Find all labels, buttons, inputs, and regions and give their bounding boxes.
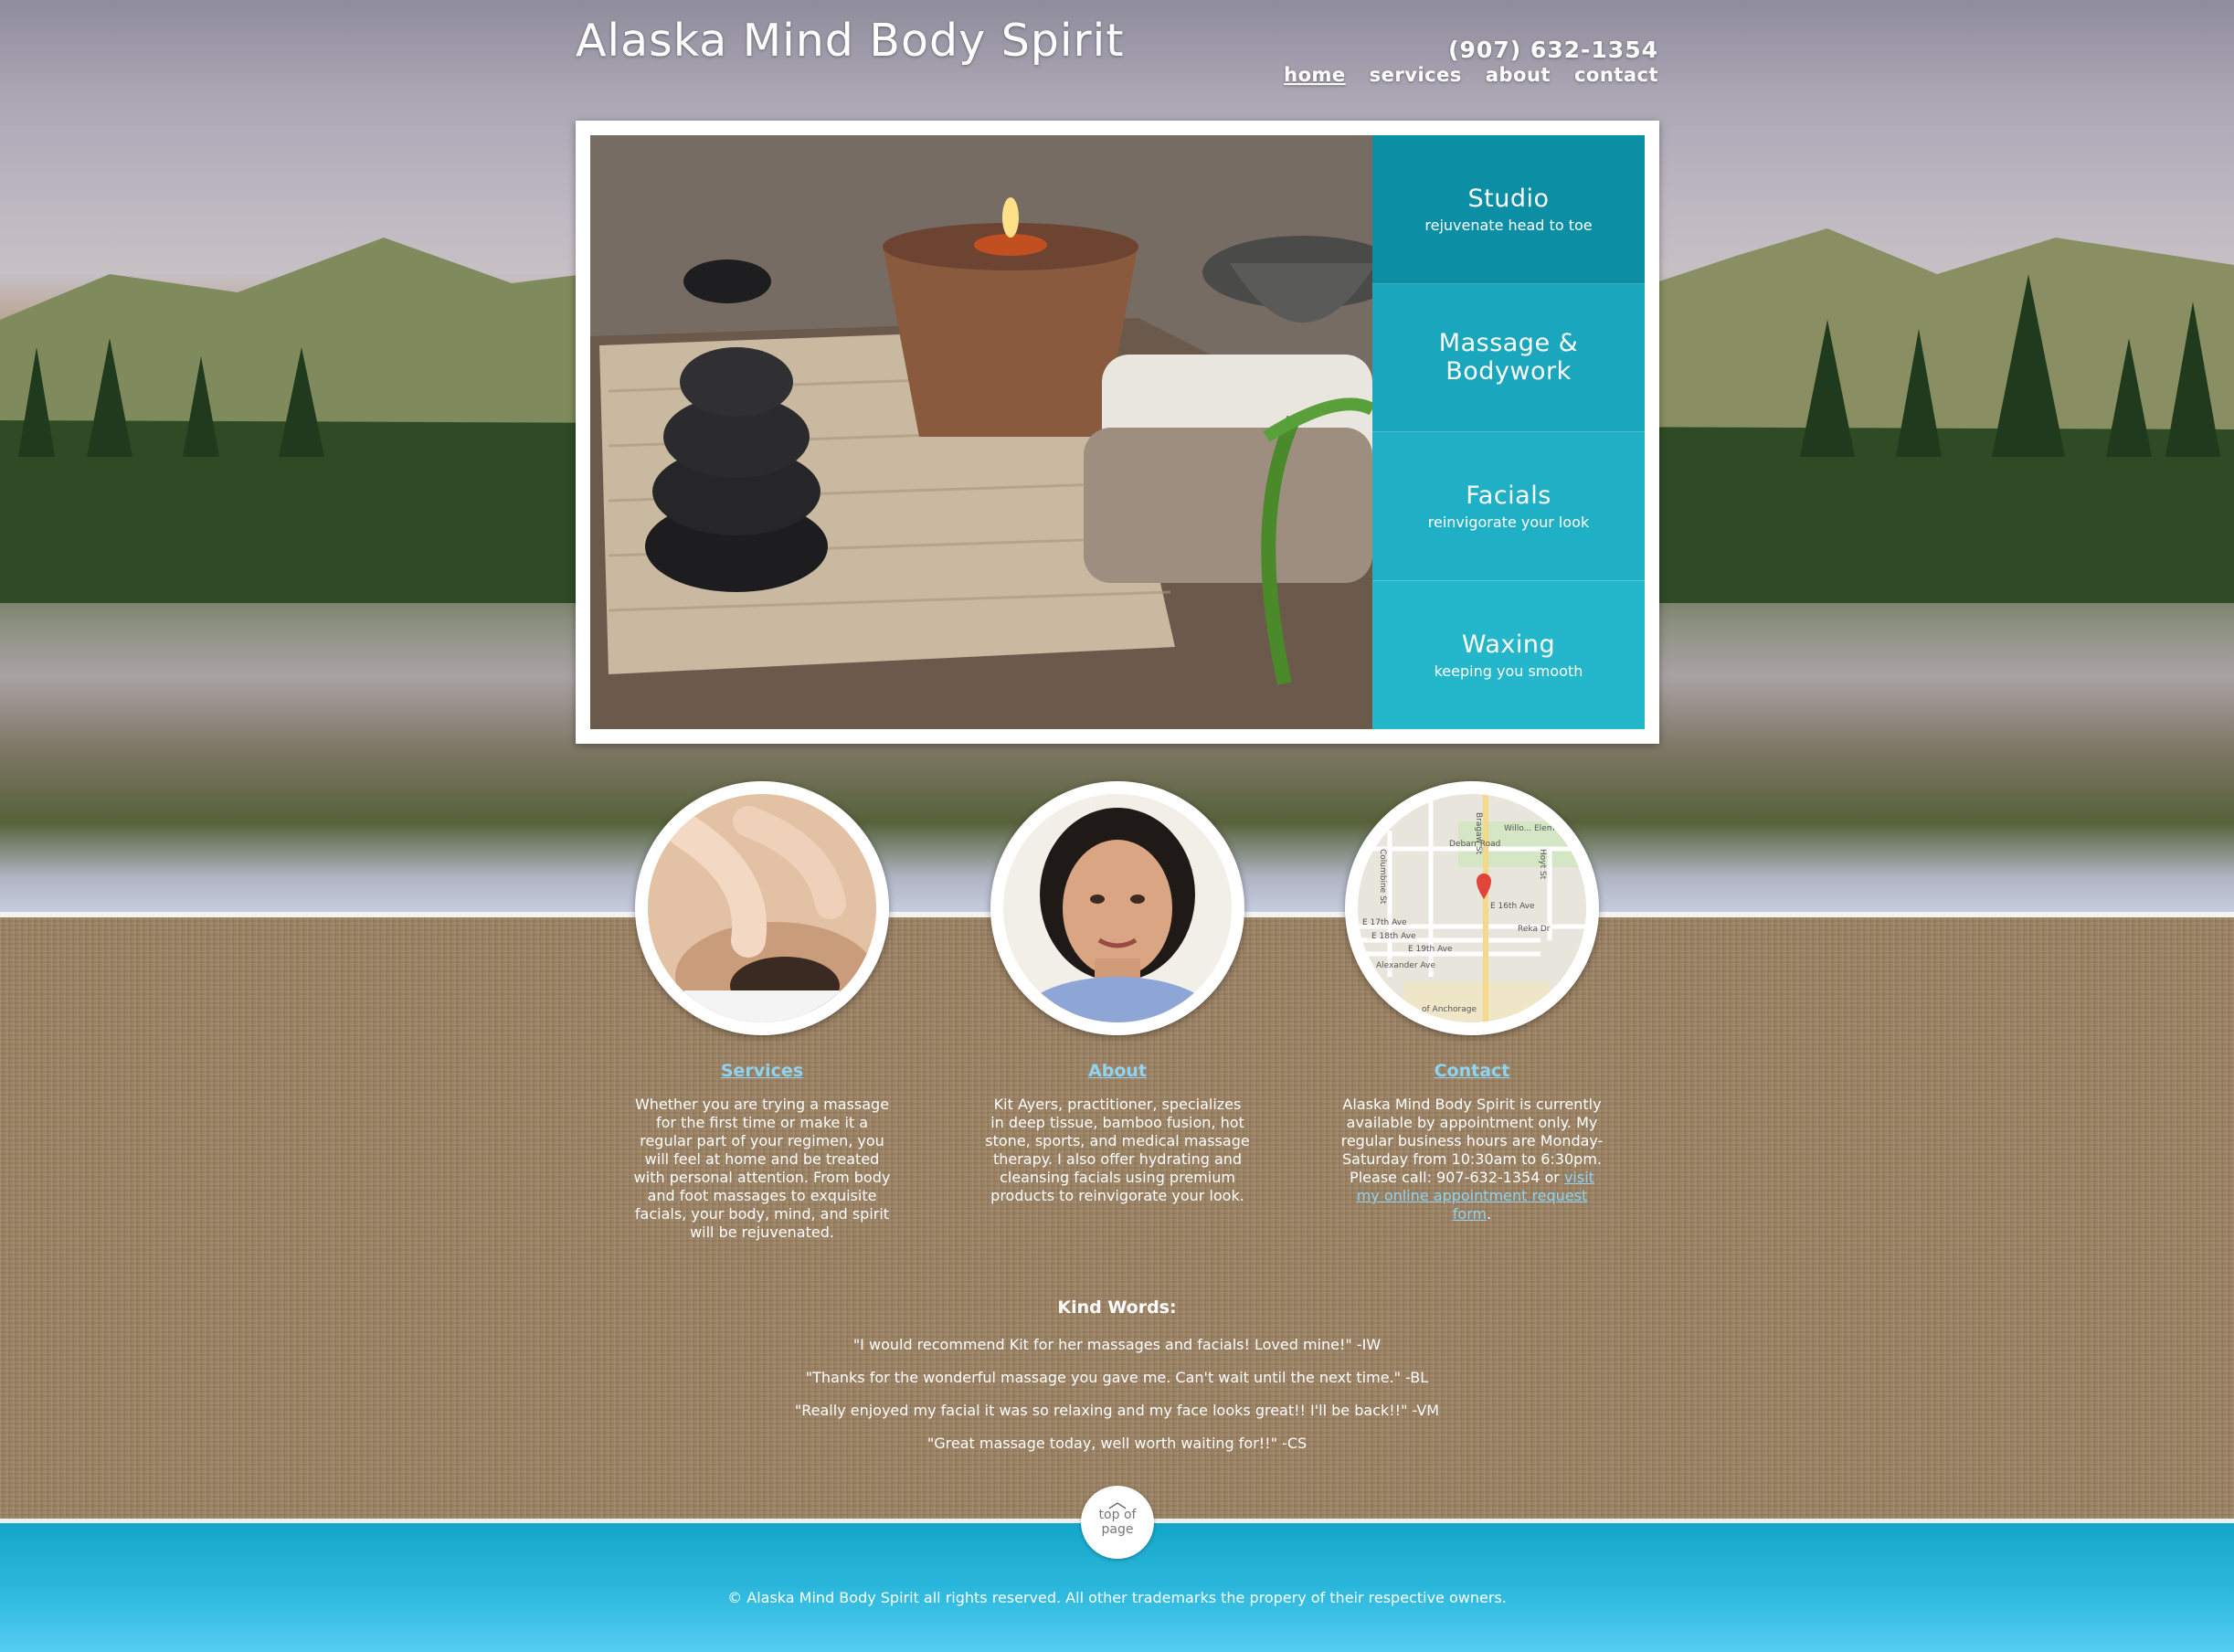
tab-studio-title: Studio xyxy=(1467,184,1550,213)
tab-waxing-title: Waxing xyxy=(1461,630,1556,659)
chevron-up-icon: ︿ xyxy=(1108,1490,1127,1512)
tab-waxing[interactable]: Waxing keeping you smooth xyxy=(1372,580,1645,729)
map-label-e17: E 17th Ave xyxy=(1362,918,1407,927)
feature-services: Services Whether you are trying a massag… xyxy=(630,781,895,1242)
testimonial-quote: "Great massage today, well worth waiting… xyxy=(926,1435,1308,1452)
tab-massage-bodywork[interactable]: Massage & Bodywork xyxy=(1372,283,1645,432)
testimonial-quote: "Really enjoyed my facial it was so rela… xyxy=(794,1402,1440,1419)
phone-number: (907) 632-1354 xyxy=(1448,37,1658,63)
map-label-reka: Reka Dr xyxy=(1518,925,1551,934)
tab-facials[interactable]: Facials reinvigorate your look xyxy=(1372,432,1645,581)
about-circle[interactable] xyxy=(990,781,1244,1035)
tab-studio[interactable]: Studio rejuvenate head to toe xyxy=(1372,135,1645,284)
top-of-page-label: top of page xyxy=(1098,1508,1137,1537)
services-circle[interactable] xyxy=(635,781,889,1035)
nav-contact[interactable]: contact xyxy=(1574,64,1658,86)
site-title[interactable]: Alaska Mind Body Spirit xyxy=(576,15,1125,67)
testimonials: Kind Words: "I would recommend Kit for h… xyxy=(0,1297,2234,1467)
nav-services[interactable]: services xyxy=(1370,64,1462,86)
feature-about: About Kit Ayers, practitioner, specializ… xyxy=(985,781,1250,1205)
main-nav: home services about contact xyxy=(1284,64,1658,86)
tab-studio-subtitle: rejuvenate head to toe xyxy=(1424,216,1593,234)
nav-about[interactable]: about xyxy=(1486,64,1551,86)
map-label-e18: E 18th Ave xyxy=(1371,932,1416,941)
map-label-bragaw: Bragaw St xyxy=(1474,812,1483,855)
contact-text-end: . xyxy=(1487,1205,1492,1223)
tab-facials-subtitle: reinvigorate your look xyxy=(1427,513,1590,531)
testimonial-quote: "Thanks for the wonderful massage you ga… xyxy=(805,1369,1429,1386)
massage-photo xyxy=(648,794,876,1022)
contact-circle[interactable]: Willo... Elementary Scho... Debarr Road … xyxy=(1345,781,1599,1035)
map-label-alexander: Alexander Ave xyxy=(1376,961,1435,970)
contact-link[interactable]: Contact xyxy=(1339,1061,1604,1081)
location-map: Willo... Elementary Scho... Debarr Road … xyxy=(1358,794,1586,1022)
map-label-e16: E 16th Ave xyxy=(1490,902,1535,911)
about-link[interactable]: About xyxy=(985,1061,1250,1081)
services-text: Whether you are trying a massage for the… xyxy=(633,1096,891,1241)
map-label-anchorage: of Anchorage xyxy=(1422,1005,1477,1014)
slider-tabs: Studio rejuvenate head to toe Massage & … xyxy=(1372,135,1645,729)
about-text: Kit Ayers, practitioner, specializes in … xyxy=(985,1096,1250,1204)
practitioner-portrait xyxy=(1003,794,1232,1022)
services-link[interactable]: Services xyxy=(630,1061,895,1081)
tab-facials-title: Facials xyxy=(1466,481,1551,510)
top-of-page-button[interactable]: ︿ top of page xyxy=(1081,1486,1154,1559)
feature-slider: Studio rejuvenate head to toe Massage & … xyxy=(576,121,1659,744)
feature-contact: Willo... Elementary Scho... Debarr Road … xyxy=(1339,781,1604,1223)
spa-stones-candle-photo xyxy=(590,135,1372,729)
copyright-text: © Alaska Mind Body Spirit all rights res… xyxy=(727,1589,1507,1606)
contact-text: Alaska Mind Body Spirit is currently ava… xyxy=(1339,1096,1604,1223)
map-label-school: Willo... Elementary Scho... xyxy=(1504,824,1586,833)
tab-waxing-subtitle: keeping you smooth xyxy=(1434,662,1583,680)
testimonials-heading: Kind Words: xyxy=(1057,1297,1177,1318)
nav-home[interactable]: home xyxy=(1284,64,1346,86)
map-label-hoyt: Hoyt St xyxy=(1538,849,1547,880)
map-label-columbine: Columbine St xyxy=(1378,849,1387,905)
tab-massage-title: Massage & Bodywork xyxy=(1438,329,1579,387)
testimonial-quote: "I would recommend Kit for her massages … xyxy=(852,1336,1382,1353)
map-label-e19: E 19th Ave xyxy=(1408,945,1453,954)
